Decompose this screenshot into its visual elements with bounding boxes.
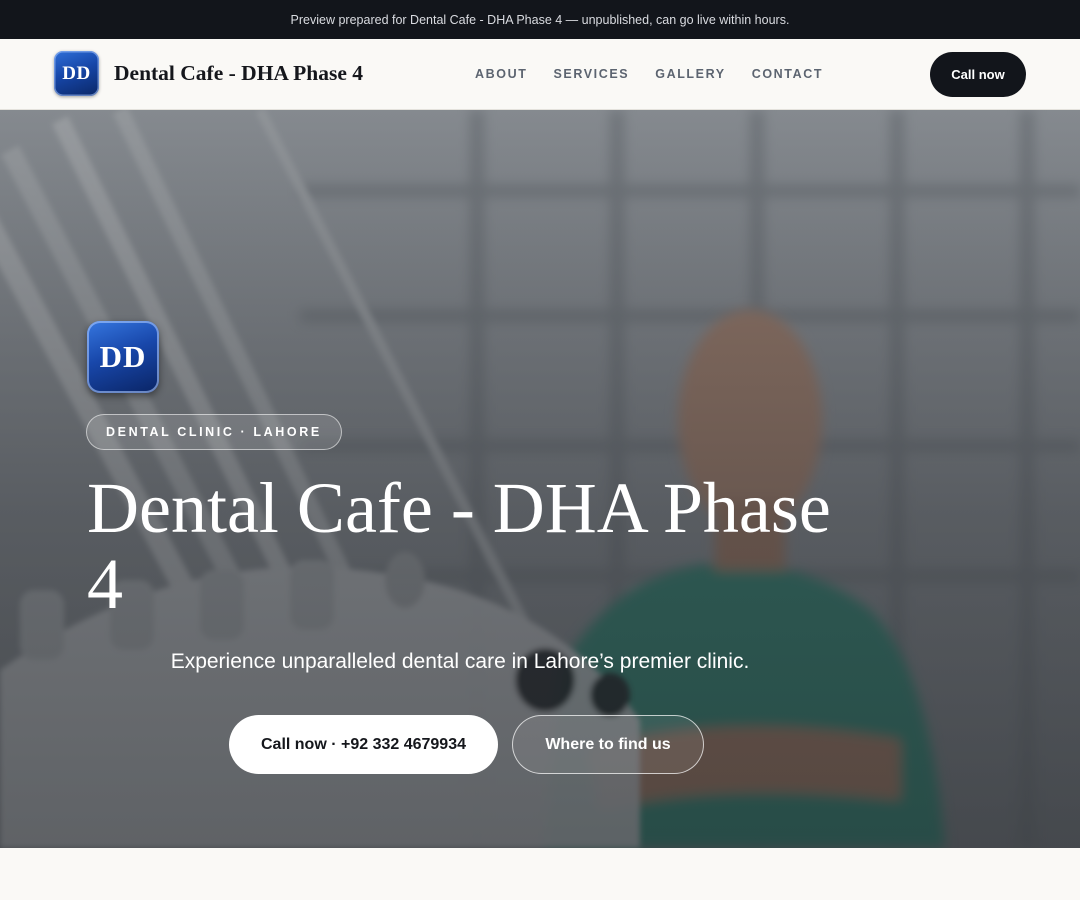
brand-name: Dental Cafe - DHA Phase 4	[114, 61, 364, 85]
preview-banner: Preview prepared for Dental Cafe - DHA P…	[0, 0, 1080, 39]
nav-link-services[interactable]: SERVICES	[553, 67, 629, 81]
hero-title: Dental Cafe - DHA Phase 4	[87, 468, 831, 624]
hero-subtitle: Experience unparalleled dental care in L…	[170, 650, 750, 673]
hero-directions-button[interactable]: Where to find us	[512, 715, 704, 774]
hero-call-button[interactable]: Call now · +92 332 4679934	[229, 715, 498, 774]
hero-section: DD DENTAL CLINIC · LAHORE Dental Cafe - …	[0, 110, 1080, 848]
header-call-button[interactable]: Call now	[930, 52, 1026, 97]
preview-banner-text: Preview prepared for Dental Cafe - DHA P…	[290, 12, 790, 27]
site-header: DD Dental Cafe - DHA Phase 4 ABOUT SERVI…	[0, 39, 1080, 110]
logo-icon: DD	[54, 51, 99, 96]
main-nav: ABOUT SERVICES GALLERY CONTACT	[475, 67, 823, 81]
logo-initials: DD	[62, 62, 91, 84]
hero-logo-initials: DD	[99, 339, 147, 374]
nav-link-about[interactable]: ABOUT	[475, 67, 527, 81]
brand-home-link[interactable]: DD Dental Cafe - DHA Phase 4	[54, 51, 363, 96]
nav-link-gallery[interactable]: GALLERY	[655, 67, 725, 81]
hero-logo-icon: DD	[87, 321, 159, 393]
nav-link-contact[interactable]: CONTACT	[752, 67, 823, 81]
hero-eyebrow-badge: DENTAL CLINIC · LAHORE	[86, 414, 342, 450]
